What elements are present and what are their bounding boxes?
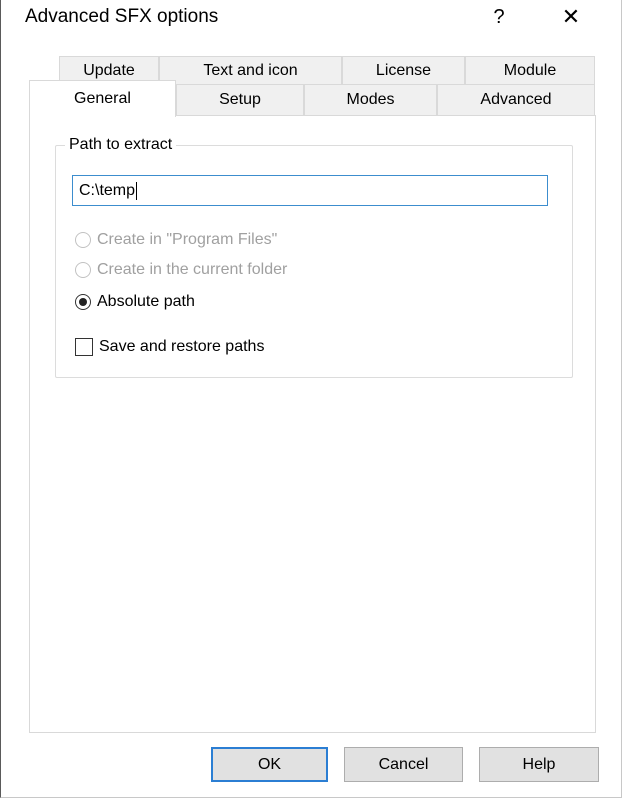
dialog-window: Advanced SFX options ? ✕ Update Text and… [0, 0, 622, 798]
tab-general[interactable]: General [29, 80, 176, 117]
radio-absolute-path[interactable]: Absolute path [75, 291, 195, 313]
path-input[interactable]: C:\temp [72, 175, 548, 206]
tab-text-and-icon[interactable]: Text and icon [159, 56, 342, 84]
path-input-value: C:\temp [79, 182, 136, 199]
radio-label: Create in the current folder [97, 261, 288, 278]
help-title-button[interactable]: ? [479, 2, 519, 32]
radio-current-folder[interactable]: Create in the current folder [75, 259, 287, 281]
radio-button-icon [75, 262, 91, 278]
checkbox-icon [75, 338, 93, 356]
checkbox-label: Save and restore paths [99, 338, 265, 355]
tab-setup[interactable]: Setup [176, 84, 304, 116]
tab-modes[interactable]: Modes [304, 84, 437, 116]
tab-advanced[interactable]: Advanced [437, 84, 595, 116]
close-icon: ✕ [561, 4, 581, 29]
help-button[interactable]: Help [479, 747, 599, 782]
window-title: Advanced SFX options [25, 6, 219, 27]
radio-button-checked-icon [75, 294, 91, 310]
group-label-path: Path to extract [65, 136, 177, 154]
checkbox-save-restore[interactable]: Save and restore paths [75, 336, 264, 358]
close-button[interactable]: ✕ [541, 2, 601, 32]
cancel-button[interactable]: Cancel [344, 747, 463, 782]
tab-license[interactable]: License [342, 56, 465, 84]
ok-button[interactable]: OK [211, 747, 328, 782]
tab-module[interactable]: Module [465, 56, 595, 84]
radio-button-icon [75, 232, 91, 248]
text-caret [136, 181, 138, 200]
radio-label: Create in "Program Files" [97, 231, 278, 248]
radio-label: Absolute path [97, 293, 195, 310]
radio-program-files[interactable]: Create in "Program Files" [75, 229, 277, 251]
